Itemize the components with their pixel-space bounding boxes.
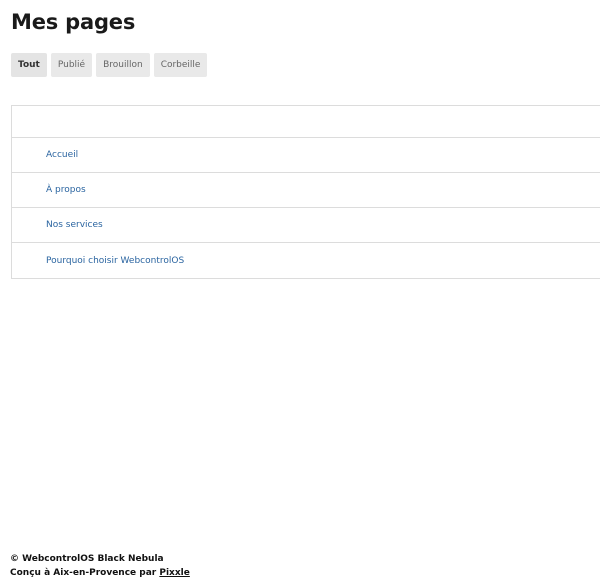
footer-credit-prefix: Conçu à Aix-en-Provence par [10, 568, 160, 578]
filter-tab-draft[interactable]: Brouillon [96, 53, 150, 77]
table-row: Pourquoi choisir WebcontrolOS [12, 243, 600, 278]
table-row: À propos [12, 173, 600, 208]
filter-tab-trash[interactable]: Corbeille [153, 53, 208, 77]
footer-credit-link[interactable]: Pixxle [159, 568, 189, 578]
footer-credit: Conçu à Aix-en-Provence par Pixxle [10, 566, 190, 580]
filter-tab-published[interactable]: Publié [50, 53, 93, 77]
table-header-row [12, 106, 600, 138]
page-link-about[interactable]: À propos [46, 185, 86, 195]
filter-tabs: Tout Publié Brouillon Corbeille [11, 53, 208, 77]
page-link-home[interactable]: Accueil [46, 150, 78, 160]
footer-copyright: © WebcontrolOS Black Nebula [10, 554, 164, 564]
footer: © WebcontrolOS Black Nebula Conçu à Aix-… [10, 552, 190, 580]
filter-tab-all[interactable]: Tout [11, 53, 47, 77]
page-title: Mes pages [11, 10, 136, 34]
page-link-why-choose[interactable]: Pourquoi choisir WebcontrolOS [46, 256, 184, 266]
table-row: Nos services [12, 208, 600, 243]
table-row: Accueil [12, 138, 600, 173]
page-container: Mes pages Tout Publié Brouillon Corbeill… [0, 0, 600, 584]
page-link-services[interactable]: Nos services [46, 220, 103, 230]
pages-table: Accueil À propos Nos services Pourquoi c… [11, 105, 600, 279]
